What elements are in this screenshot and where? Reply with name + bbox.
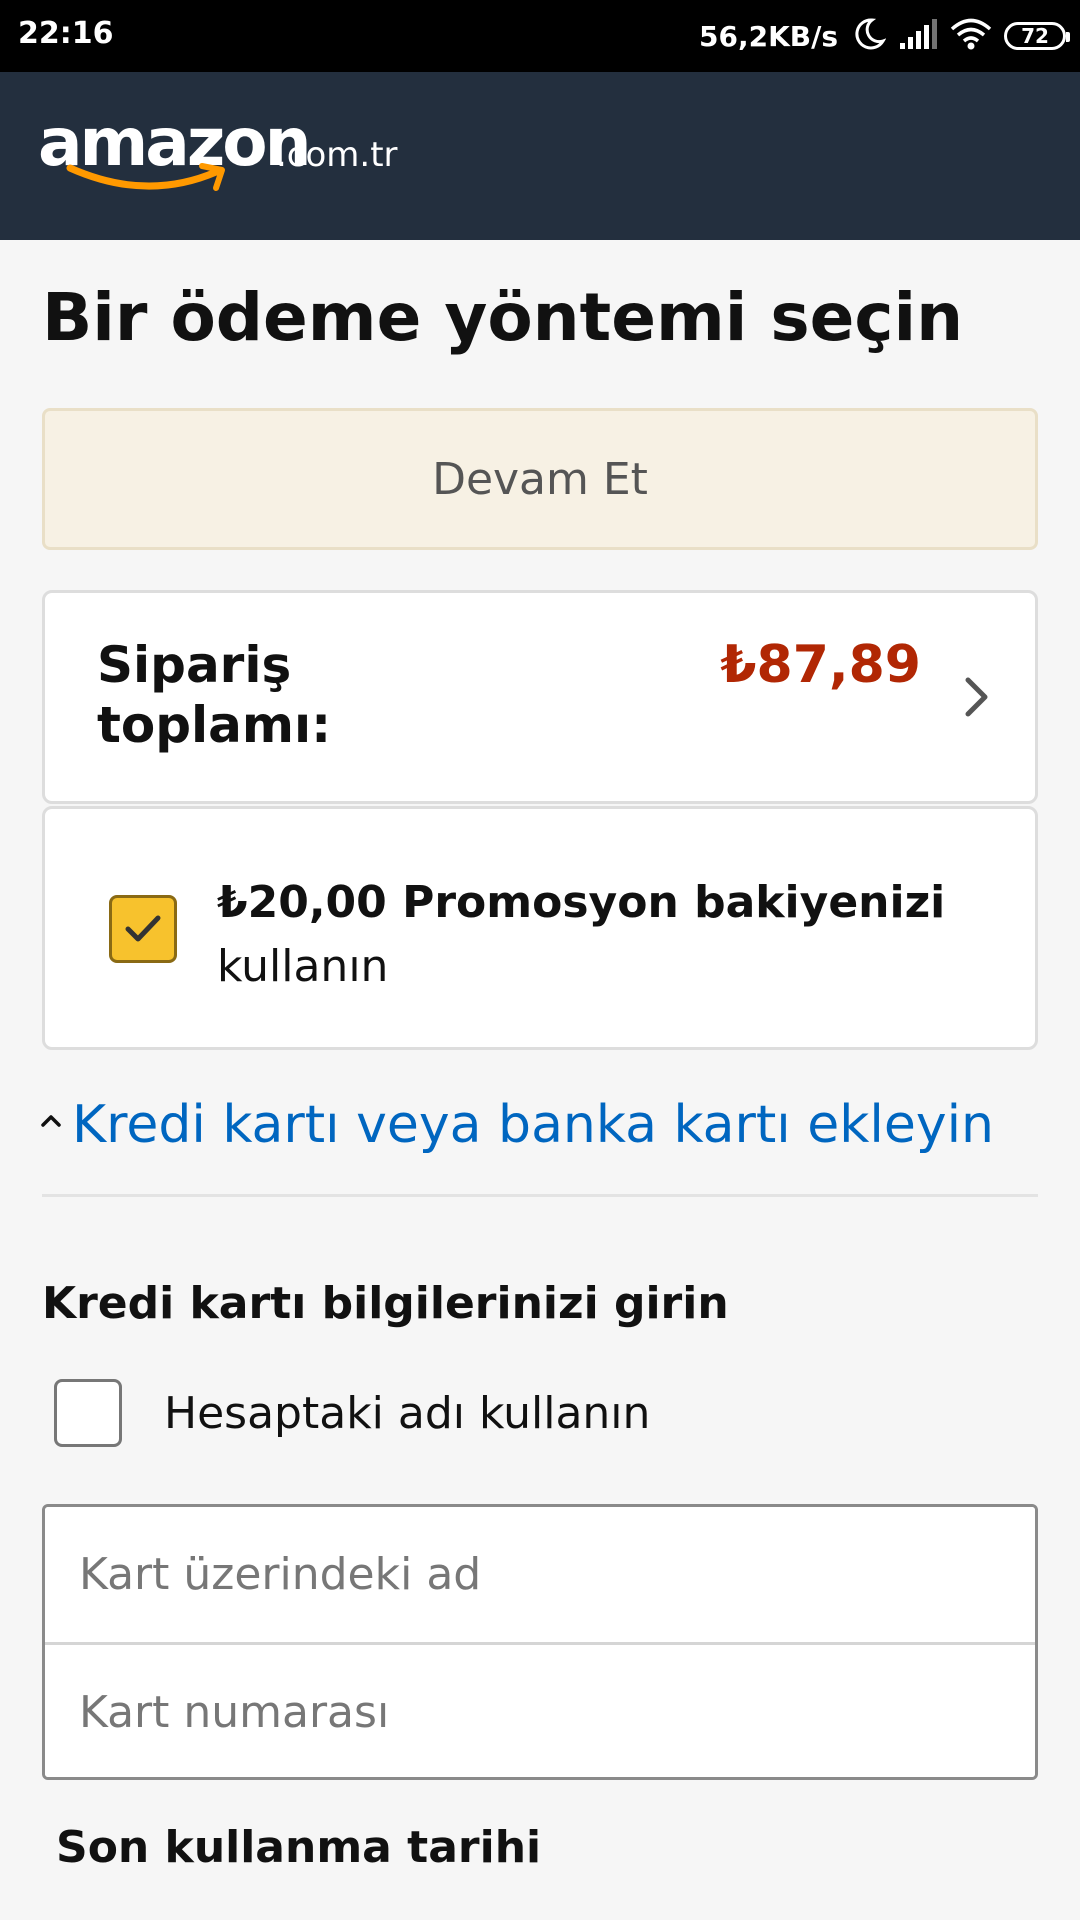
app-header: amazon .com.tr [0, 72, 1080, 240]
use-account-name-row[interactable]: Hesaptaki adı kullanın [54, 1378, 650, 1448]
order-total-amount: ₺87,89 [720, 635, 921, 695]
card-info-title: Kredi kartı bilgilerinizi girin [42, 1278, 729, 1329]
status-time: 22:16 [18, 16, 114, 51]
checkmark-icon [125, 915, 161, 942]
add-card-row[interactable]: Kredi kartı veya banka kartı ekleyin [40, 1090, 994, 1160]
divider [42, 1194, 1038, 1197]
battery-icon: 72 [1004, 22, 1070, 50]
status-icons: 56,2KB/s 72 [698, 14, 1070, 58]
continue-button[interactable]: Devam Et [42, 408, 1038, 550]
card-number-input[interactable] [45, 1645, 1035, 1777]
add-card-link[interactable]: Kredi kartı veya banka kartı ekleyin [72, 1095, 994, 1155]
use-account-name-checkbox[interactable] [54, 1379, 122, 1447]
card-input-group [42, 1504, 1038, 1780]
chevron-right-icon[interactable] [963, 675, 991, 719]
signal-icon [898, 19, 938, 53]
smile-icon [66, 163, 225, 191]
logo-tld: .com.tr [276, 135, 398, 175]
promo-suffix-text: kullanın [217, 940, 389, 992]
promo-amount-text: ₺20,00 Promosyon bakiyenizi [217, 877, 946, 928]
promo-balance-card: ₺20,00 Promosyon bakiyenizi kullanın [42, 806, 1038, 1050]
network-speed: 56,2KB/s [698, 19, 838, 53]
status-bar: 22:16 56,2KB/s 72 [0, 0, 1080, 72]
order-total-label: Sipariş toplamı: [97, 636, 332, 754]
use-account-name-label: Hesaptaki adı kullanın [164, 1387, 651, 1439]
page-title: Bir ödeme yöntemi seçin [42, 279, 964, 356]
order-total-card[interactable]: Sipariş toplamı: ₺87,89 [42, 590, 1038, 804]
moon-icon [852, 17, 887, 55]
expiry-date-title: Son kullanma tarihi [56, 1822, 542, 1873]
caret-up-icon [41, 1115, 61, 1127]
promo-checkbox[interactable] [109, 895, 177, 963]
wifi-icon [950, 18, 992, 54]
card-name-input[interactable] [45, 1507, 1035, 1642]
promo-text: ₺20,00 Promosyon bakiyenizi kullanın [217, 871, 997, 999]
